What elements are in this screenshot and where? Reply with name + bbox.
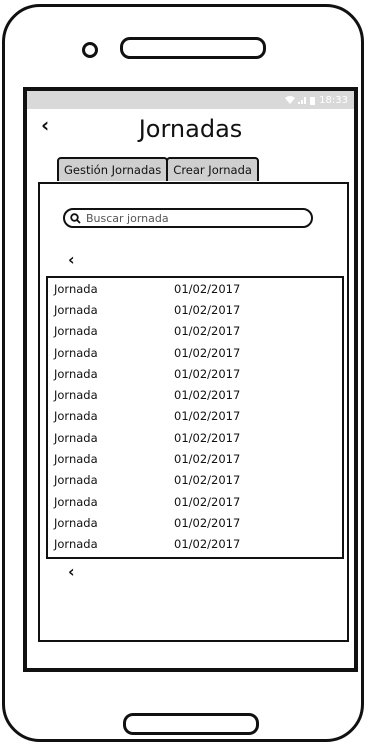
jornada-date: 01/02/2017 (174, 302, 241, 317)
list-item[interactable]: Jornada 01/02/2017 (48, 299, 342, 320)
list-item[interactable]: Jornada 01/02/2017 (48, 470, 342, 491)
tab-gestion-jornadas[interactable]: Gestión Jornadas (57, 157, 169, 181)
jornada-name: Jornada (54, 430, 98, 445)
search-icon (70, 212, 81, 224)
home-button[interactable] (123, 713, 259, 735)
list-item[interactable]: Jornada 01/02/2017 (48, 448, 342, 469)
screen: 18:33 ‹ Jornadas Gestión Jornadas Crear … (23, 87, 358, 672)
tab-panel: ‹ Jornada01/02/2017Jornada01/02/2017Jorn… (38, 182, 349, 642)
tab-crear-jornada[interactable]: Crear Jornada (166, 157, 259, 181)
jornada-date: 01/02/2017 (174, 430, 241, 445)
jornada-date: 01/02/2017 (174, 388, 241, 403)
tab-bar: Gestión Jornadas Crear Jornada (57, 157, 259, 181)
page-title: Jornadas (138, 115, 243, 143)
jornada-name: Jornada (54, 515, 98, 530)
jornada-name: Jornada (54, 494, 98, 509)
prev-page-button[interactable]: ‹ (68, 250, 75, 269)
jornada-name: Jornada (54, 281, 98, 296)
list-item[interactable]: Jornada 01/02/2017 (48, 363, 342, 384)
list-item[interactable]: Jornada 01/02/2017 (48, 491, 342, 512)
status-time: 18:33 (319, 94, 348, 106)
jornada-name: Jornada (54, 452, 98, 467)
jornada-name: Jornada (54, 366, 98, 381)
list-item[interactable]: Jornada 01/02/2017 (48, 512, 342, 533)
battery-icon (310, 96, 316, 105)
next-page-button[interactable]: ‹ (68, 562, 75, 581)
jornada-date: 01/02/2017 (174, 494, 241, 509)
search-input[interactable] (84, 210, 288, 226)
jornada-name: Jornada (54, 388, 98, 403)
jornada-date: 01/02/2017 (174, 452, 241, 467)
list-item[interactable]: Jornada 01/02/2017 (48, 384, 342, 405)
jornada-date: 01/02/2017 (174, 409, 241, 424)
signal-icon (298, 97, 307, 104)
jornada-date: 01/02/2017 (174, 473, 241, 488)
jornadas-list: Jornada 01/02/2017 Jornada 01/02/2017 Jornad… (46, 276, 344, 559)
jornada-date: 01/02/2017 (174, 281, 241, 296)
jornada-name: Jornada (54, 345, 98, 360)
jornada-date: 01/02/2017 (174, 345, 241, 360)
list-item[interactable]: Jornada 01/02/2017 (48, 406, 342, 427)
status-bar: 18:33 (27, 91, 354, 109)
jornada-date: 01/02/2017 (174, 324, 241, 339)
list-item[interactable]: Jornada 01/02/2017 (48, 534, 342, 555)
speaker-icon (120, 37, 266, 59)
phone-frame: 18:33 ‹ Jornadas Gestión Jornadas Crear … (2, 4, 364, 742)
jornada-name: Jornada (54, 537, 98, 552)
jornada-name: Jornada (54, 324, 98, 339)
jornada-date: 01/02/2017 (174, 515, 241, 530)
camera-icon (82, 42, 98, 58)
wifi-icon (285, 96, 296, 104)
list-item[interactable]: Jornada 01/02/2017 (48, 278, 342, 299)
list-item[interactable]: Jornada 01/02/2017 (48, 342, 342, 363)
jornada-name: Jornada (54, 302, 98, 317)
jornada-name: Jornada (54, 473, 98, 488)
search-field[interactable] (63, 208, 313, 228)
list-item[interactable]: Jornada 01/02/2017 (48, 427, 342, 448)
jornada-name: Jornada (54, 409, 98, 424)
list-item[interactable]: Jornada 01/02/2017 (48, 321, 342, 342)
jornada-date: 01/02/2017 (174, 537, 241, 552)
status-icons (285, 96, 316, 105)
jornada-date: 01/02/2017 (174, 366, 241, 381)
